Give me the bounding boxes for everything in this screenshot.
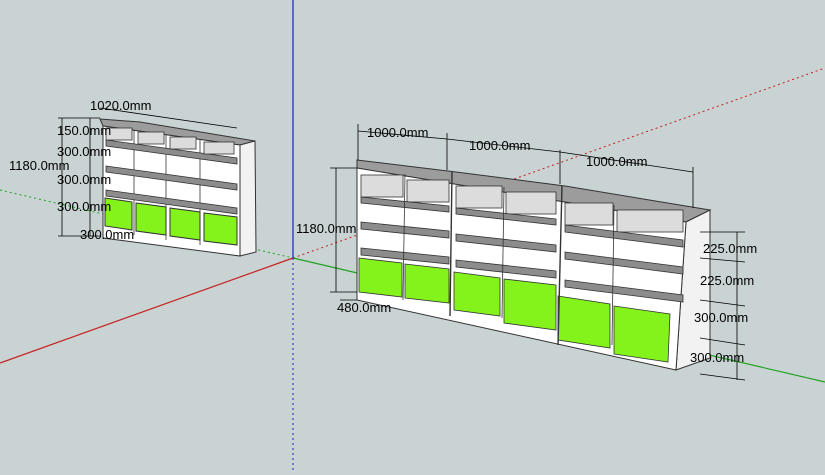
large-drawer [503, 278, 557, 331]
small-row-dimension: 150.0mm [57, 123, 111, 138]
small-bookcase-model[interactable]: 1020.0mm 150.0mm 300.0mm 1180.0mm 300.0m… [9, 98, 257, 257]
3d-modeling-viewport[interactable]: 1020.0mm 150.0mm 300.0mm 1180.0mm 300.0m… [0, 0, 825, 470]
large-width-dimension: 1000.0mm [586, 154, 647, 169]
large-side-dimension: 300.0mm [690, 350, 744, 365]
large-width-dimension: 1000.0mm [367, 125, 428, 140]
small-width-dimension: 1020.0mm [90, 98, 151, 113]
model-edge [616, 209, 684, 233]
model-edge [137, 131, 165, 145]
large-side-dimension: 225.0mm [703, 241, 757, 256]
small-drawer [169, 207, 201, 241]
small-bottom-dimension: 300.0mm [80, 227, 134, 242]
model-edge [564, 202, 614, 226]
model-edge [699, 373, 746, 381]
model-canvas[interactable]: 1020.0mm 150.0mm 300.0mm 1180.0mm 300.0m… [0, 0, 825, 470]
small-row-dimension: 300.0mm [57, 172, 111, 187]
large-drawer [557, 295, 611, 349]
small-height-dimension: 1180.0mm [9, 158, 69, 173]
large-drawer [613, 305, 671, 363]
red-axis [0, 257, 294, 364]
large-width-dimension: 1000.0mm [469, 138, 530, 153]
small-drawer [135, 202, 167, 236]
small-row-dimension: 300.0mm [57, 144, 111, 159]
model-edge [455, 185, 503, 209]
model-edge [505, 191, 557, 215]
small-drawer [203, 212, 238, 246]
large-height-dimension: 1180.0mm [296, 221, 356, 236]
large-side-dimension: 225.0mm [700, 273, 754, 288]
large-drawer [453, 271, 501, 317]
large-bookcase-model[interactable]: 1000.0mm 1000.0mm 1000.0mm 1180.0mm 480.… [296, 124, 757, 381]
small-side [239, 140, 257, 257]
model-edge [360, 174, 404, 198]
large-depth-dimension: 480.0mm [337, 300, 391, 315]
large-side-dimension: 300.0mm [694, 310, 748, 325]
large-drawer [404, 263, 450, 304]
small-row-dimension: 300.0mm [57, 199, 111, 214]
model-edge [406, 179, 450, 203]
model-edge [169, 136, 197, 150]
model-edge [203, 141, 235, 155]
large-drawer [358, 257, 403, 298]
